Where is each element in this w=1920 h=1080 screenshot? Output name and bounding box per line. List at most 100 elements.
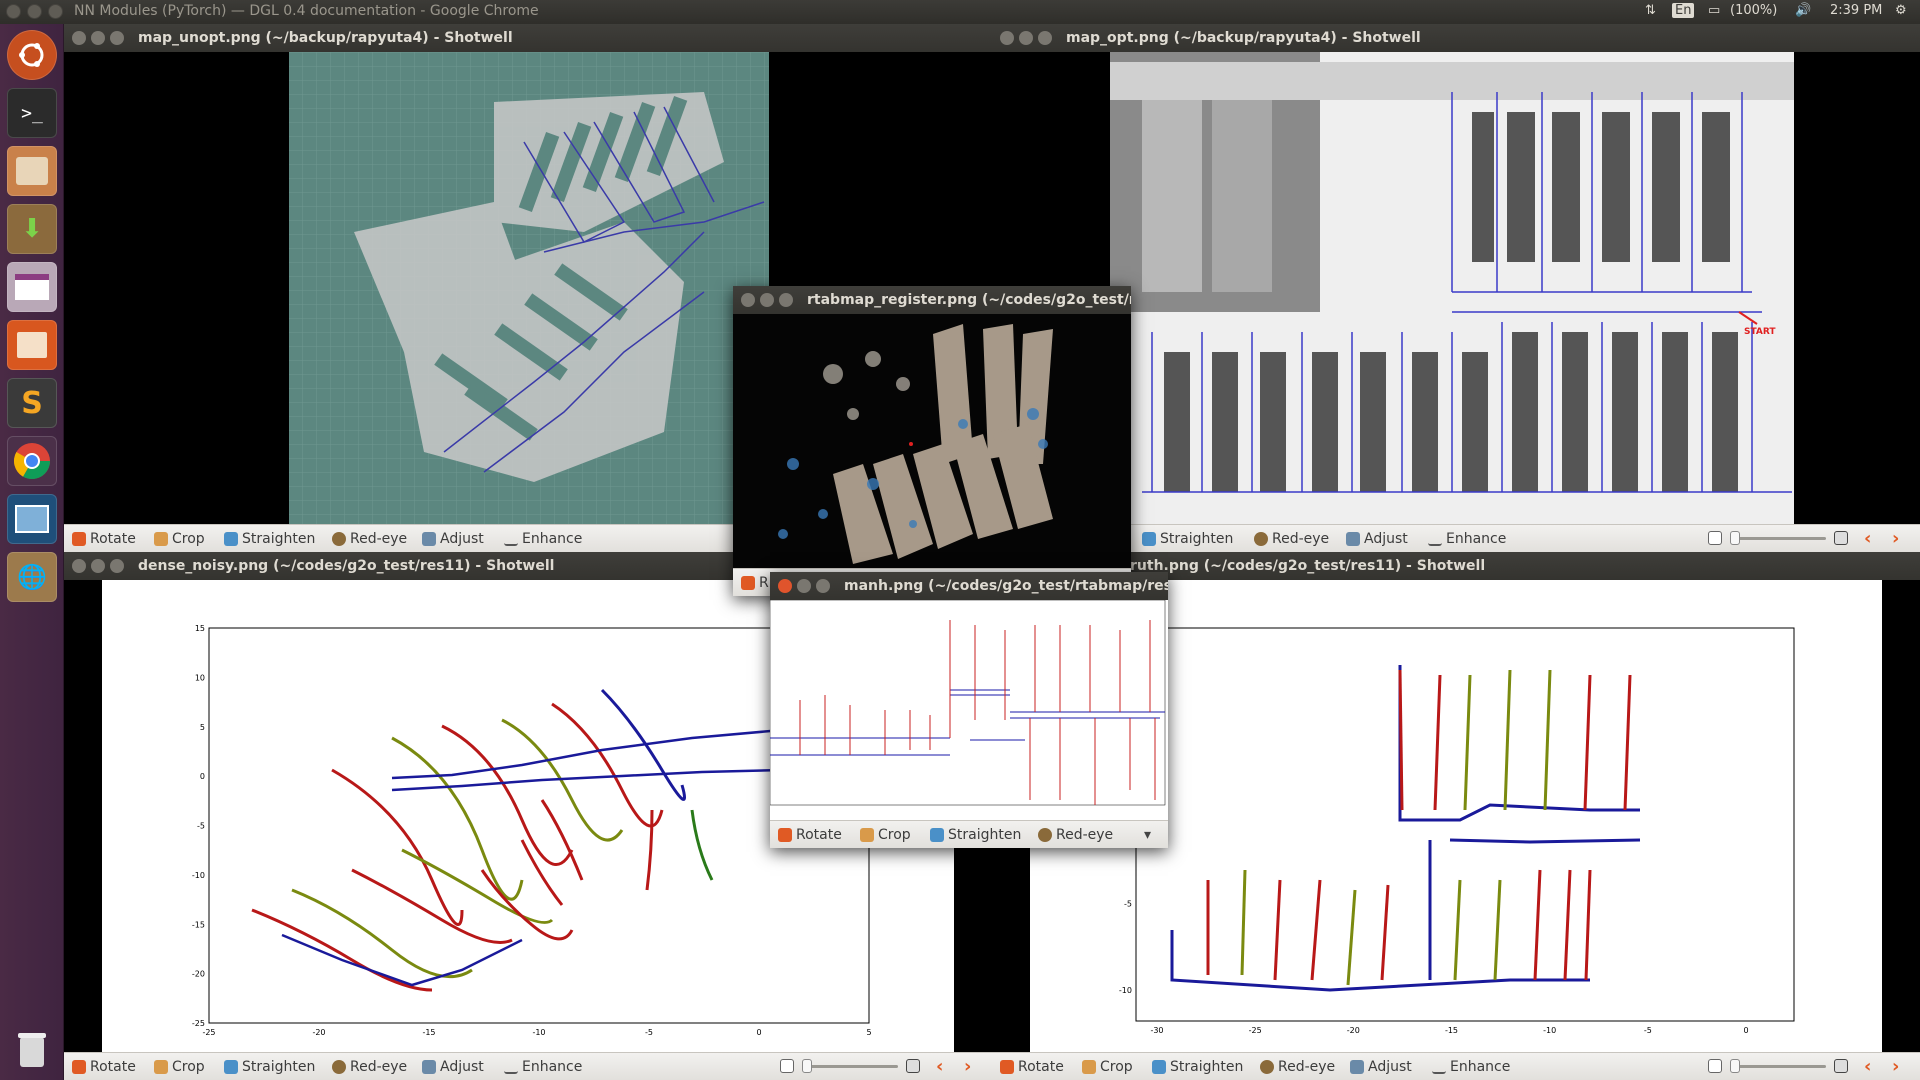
- redeye-tool[interactable]: Red-eye: [1260, 1059, 1335, 1075]
- minimize-icon[interactable]: [91, 559, 105, 573]
- straighten-tool[interactable]: Straighten: [224, 531, 315, 547]
- trash-icon[interactable]: [7, 1024, 57, 1074]
- adjust-icon: [422, 1060, 436, 1074]
- straighten-tool[interactable]: Straighten: [930, 827, 1021, 843]
- close-icon[interactable]: [741, 293, 755, 307]
- window-icon[interactable]: [7, 262, 57, 312]
- straighten-icon: [1152, 1060, 1166, 1074]
- zoom-in-icon[interactable]: [1834, 531, 1848, 545]
- close-icon[interactable]: [72, 31, 86, 45]
- network-folder-icon[interactable]: 🌐: [7, 552, 57, 602]
- x-tick-label: -20: [1347, 1026, 1360, 1035]
- network-transfer-icon[interactable]: ⇅: [1645, 3, 1656, 18]
- crop-tool[interactable]: Crop: [154, 531, 205, 547]
- crop-tool[interactable]: Crop: [154, 1059, 205, 1075]
- rotate-tool[interactable]: R: [741, 575, 769, 591]
- x-tick-label: -15: [1445, 1026, 1458, 1035]
- straighten-tool[interactable]: Straighten: [1152, 1059, 1243, 1075]
- minimize-icon[interactable]: [797, 579, 811, 593]
- enhance-tool[interactable]: Enhance: [504, 1059, 582, 1075]
- maximize-icon[interactable]: [779, 293, 793, 307]
- rotate-tool[interactable]: Rotate: [778, 827, 842, 843]
- straighten-label: Straighten: [1170, 1059, 1244, 1075]
- volume-icon[interactable]: 🔊: [1795, 3, 1811, 18]
- minimize-icon[interactable]: [760, 293, 774, 307]
- image-viewport[interactable]: START: [992, 52, 1920, 524]
- redeye-label: Red-eye: [350, 1059, 408, 1075]
- rotate-tool[interactable]: Rotate: [1000, 1059, 1064, 1075]
- active-window-title: NN Modules (PyTorch) — DGL 0.4 documenta…: [74, 3, 539, 19]
- straighten-label: Straighten: [242, 531, 316, 547]
- enhance-tool[interactable]: Enhance: [504, 531, 582, 547]
- shotwell-toolbar: Rotate Crop Straighten Red-eye Adjust En…: [64, 1052, 992, 1080]
- minimize-icon[interactable]: [1019, 31, 1033, 45]
- previous-photo-icon[interactable]: ‹: [1864, 528, 1871, 549]
- close-icon[interactable]: [72, 559, 86, 573]
- zoom-slider[interactable]: [1708, 1059, 1848, 1073]
- enhance-tool[interactable]: Enhance: [1432, 1059, 1510, 1075]
- next-photo-icon[interactable]: ›: [964, 1056, 971, 1077]
- adjust-tool[interactable]: Adjust: [1350, 1059, 1412, 1075]
- zoom-in-icon[interactable]: [1834, 1059, 1848, 1073]
- more-tools-dropdown-icon[interactable]: ▾: [1144, 827, 1151, 843]
- zoom-in-icon[interactable]: [906, 1059, 920, 1073]
- zoom-out-icon[interactable]: [1708, 531, 1722, 545]
- maximize-icon[interactable]: [816, 579, 830, 593]
- image-viewport[interactable]: [733, 314, 1131, 568]
- redeye-tool[interactable]: Red-eye: [1038, 827, 1113, 843]
- start-label: START: [1744, 327, 1776, 337]
- image-viewport[interactable]: [770, 599, 1168, 820]
- battery-icon[interactable]: ▭: [1708, 3, 1720, 18]
- files-icon[interactable]: [7, 146, 57, 196]
- redeye-tool[interactable]: Red-eye: [332, 1059, 407, 1075]
- crop-tool[interactable]: Crop: [860, 827, 911, 843]
- keyboard-indicator[interactable]: En: [1672, 3, 1695, 18]
- enhance-tool[interactable]: Enhance: [1428, 531, 1506, 547]
- straighten-tool[interactable]: Straighten: [224, 1059, 315, 1075]
- minimize-icon[interactable]: [27, 4, 42, 19]
- zoom-slider[interactable]: [1708, 531, 1848, 545]
- maximize-icon[interactable]: [110, 31, 124, 45]
- shotwell-toolbar: Rotate Crop Straighten Red-eye Adjust En…: [992, 1052, 1920, 1080]
- next-photo-icon[interactable]: ›: [1892, 1056, 1899, 1077]
- battery-percent: (100%): [1730, 3, 1778, 18]
- file-manager-icon[interactable]: [7, 320, 57, 370]
- software-updater-icon[interactable]: ⬇: [7, 204, 57, 254]
- zoom-out-icon[interactable]: [1708, 1059, 1722, 1073]
- terminal-icon[interactable]: >_: [7, 88, 57, 138]
- window-rtabmap-register: rtabmap_register.png (~/codes/g2o_test/r…: [733, 286, 1131, 596]
- shotwell-icon[interactable]: [7, 494, 57, 544]
- settings-gear-icon[interactable]: ⚙: [1895, 3, 1907, 18]
- adjust-tool[interactable]: Adjust: [1346, 531, 1408, 547]
- adjust-tool[interactable]: Adjust: [422, 531, 484, 547]
- crop-label: Crop: [172, 531, 205, 547]
- adjust-label: Adjust: [1368, 1059, 1412, 1075]
- redeye-tool[interactable]: Red-eye: [332, 531, 407, 547]
- clock[interactable]: 2:39 PM: [1830, 3, 1882, 18]
- ubuntu-dash-icon[interactable]: [7, 30, 57, 80]
- straighten-tool[interactable]: Straighten: [1142, 531, 1233, 547]
- maximize-icon[interactable]: [110, 559, 124, 573]
- rotate-tool[interactable]: Rotate: [72, 531, 136, 547]
- zoom-slider[interactable]: [780, 1059, 920, 1073]
- redeye-tool[interactable]: Red-eye: [1254, 531, 1329, 547]
- zoom-out-icon[interactable]: [780, 1059, 794, 1073]
- maximize-icon[interactable]: [1038, 31, 1052, 45]
- maximize-icon[interactable]: [48, 4, 63, 19]
- close-icon[interactable]: [778, 579, 792, 593]
- previous-photo-icon[interactable]: ‹: [936, 1056, 943, 1077]
- close-icon[interactable]: [1000, 31, 1014, 45]
- close-icon[interactable]: [6, 4, 21, 19]
- enhance-label: Enhance: [1450, 1059, 1511, 1075]
- redeye-label: Red-eye: [1056, 827, 1114, 843]
- titlebar: map_opt.png (~/backup/rapyuta4) - Shotwe…: [992, 24, 1920, 52]
- rotate-tool[interactable]: Rotate: [72, 1059, 136, 1075]
- adjust-tool[interactable]: Adjust: [422, 1059, 484, 1075]
- sublime-text-icon[interactable]: S: [7, 378, 57, 428]
- minimize-icon[interactable]: [91, 31, 105, 45]
- crop-tool[interactable]: Crop: [1082, 1059, 1133, 1075]
- next-photo-icon[interactable]: ›: [1892, 528, 1899, 549]
- chrome-icon[interactable]: [7, 436, 57, 486]
- previous-photo-icon[interactable]: ‹: [1864, 1056, 1871, 1077]
- straighten-label: Straighten: [948, 827, 1022, 843]
